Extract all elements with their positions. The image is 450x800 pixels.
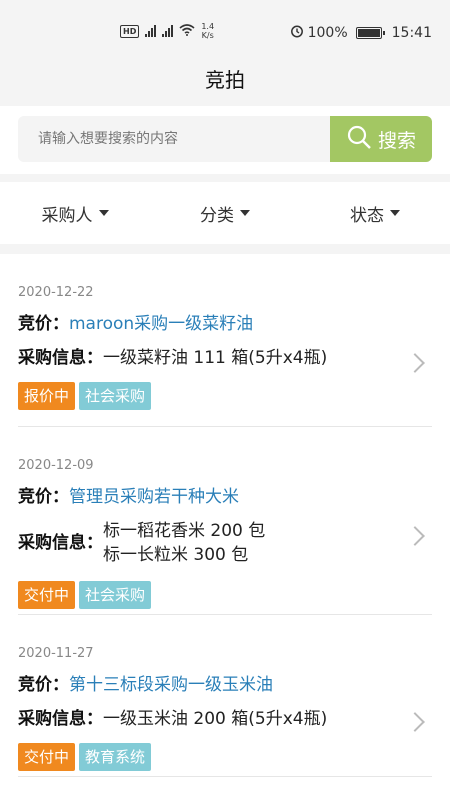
item-tags: 交付中 教育系统: [18, 743, 432, 771]
bid-label: 竞价：: [18, 487, 69, 507]
battery-percent: 100%: [307, 25, 348, 41]
caret-down-icon: [98, 210, 109, 216]
purchase-info-row: 采购信息： 一级菜籽油 111 箱(5升x4瓶): [18, 346, 432, 370]
bid-label: 竞价：: [18, 675, 69, 695]
bid-title-link[interactable]: maroon采购一级菜籽油: [69, 312, 253, 336]
filter-category-label: 分类: [200, 205, 234, 226]
purchase-info-value: 一级菜籽油 111 箱(5升x4瓶): [103, 346, 327, 370]
network-speed-value: 1.4: [201, 22, 215, 31]
page-title: 竞拍: [0, 58, 450, 106]
wifi-icon: [179, 23, 195, 39]
purchase-info-value: 标一稻花香米 200 包 标一长粒米 300 包: [103, 519, 265, 567]
category-badge: 社会采购: [79, 382, 152, 410]
search-icon: [346, 124, 372, 155]
item-date: 2020-12-22: [18, 285, 94, 300]
filter-purchaser-label: 采购人: [41, 205, 93, 226]
caret-down-icon: [240, 210, 250, 216]
bid-list-item[interactable]: 2020-11-27 竞价： 第十三标段采购一级玉米油 采购信息： 一级玉米油 …: [18, 615, 432, 777]
filter-status[interactable]: 状态: [300, 182, 450, 244]
purchase-info-row: 采购信息： 标一稻花香米 200 包 标一长粒米 300 包: [18, 519, 432, 567]
battery-icon: [355, 27, 385, 39]
bid-title-link[interactable]: 管理员采购若干种大米: [69, 485, 239, 509]
purchase-info-label: 采购信息：: [18, 533, 103, 553]
purchase-info-label: 采购信息：: [18, 348, 103, 368]
purchase-info-line: 一级菜籽油 111 箱(5升x4瓶): [103, 348, 328, 368]
purchase-info-line: 标一长粒米 300 包: [103, 545, 249, 565]
purchase-info-row: 采购信息： 一级玉米油 200 箱(5升x4瓶): [18, 707, 432, 731]
item-date: 2020-12-09: [18, 458, 94, 473]
item-tags: 交付中 社会采购: [18, 581, 432, 609]
category-badge: 社会采购: [79, 581, 152, 609]
caret-down-icon: [390, 210, 400, 216]
purchase-info-label: 采购信息：: [18, 709, 103, 729]
bid-label: 竞价：: [18, 314, 69, 334]
item-tags: 报价中 社会采购: [18, 382, 432, 410]
item-date: 2020-11-27: [18, 646, 94, 661]
hd-icon: HD: [120, 24, 140, 38]
bid-row: 竞价： 管理员采购若干种大米: [18, 485, 432, 509]
bid-row: 竞价： 第十三标段采购一级玉米油: [18, 673, 432, 697]
network-speed-unit: K/s: [201, 31, 214, 40]
status-bar: HD 1.4 K/s 100% 15:41: [0, 0, 450, 58]
search-input[interactable]: [18, 116, 330, 162]
status-badge: 交付中: [18, 743, 76, 771]
status-icons-right: 100% 15:41: [290, 24, 432, 42]
alarm-icon: [290, 24, 304, 42]
purchase-info-line: 一级玉米油 200 箱(5升x4瓶): [103, 709, 328, 729]
status-badge: 交付中: [18, 581, 76, 609]
filter-category[interactable]: 分类: [150, 182, 300, 244]
status-badge: 报价中: [18, 382, 76, 410]
bid-list-item[interactable]: 2020-12-22 竞价： maroon采购一级菜籽油 采购信息： 一级菜籽油…: [18, 254, 432, 427]
filter-purchaser[interactable]: 采购人: [0, 182, 150, 244]
status-icons-left: HD 1.4 K/s: [120, 22, 214, 40]
network-speed: 1.4 K/s: [201, 22, 214, 40]
category-badge: 教育系统: [79, 743, 152, 771]
search-bar: 搜索: [0, 106, 450, 174]
bid-row: 竞价： maroon采购一级菜籽油: [18, 312, 432, 336]
search-box: 搜索: [18, 116, 432, 162]
filter-bar: 采购人 分类 状态: [0, 182, 450, 244]
clock-time: 15:41: [391, 25, 432, 41]
bid-list: 2020-12-22 竞价： maroon采购一级菜籽油 采购信息： 一级菜籽油…: [0, 254, 450, 800]
purchase-info-value: 一级玉米油 200 箱(5升x4瓶): [103, 707, 327, 731]
bid-title-link[interactable]: 第十三标段采购一级玉米油: [69, 673, 273, 697]
signal-icon-2: [162, 25, 174, 37]
signal-icon-1: [145, 25, 157, 37]
bid-list-item[interactable]: 2020-12-09 竞价： 管理员采购若干种大米 采购信息： 标一稻花香米 2…: [18, 427, 432, 615]
search-button-label: 搜索: [377, 129, 416, 152]
filter-status-label: 状态: [350, 205, 384, 226]
purchase-info-line: 标一稻花香米 200 包: [103, 521, 266, 541]
search-button[interactable]: 搜索: [330, 116, 432, 162]
